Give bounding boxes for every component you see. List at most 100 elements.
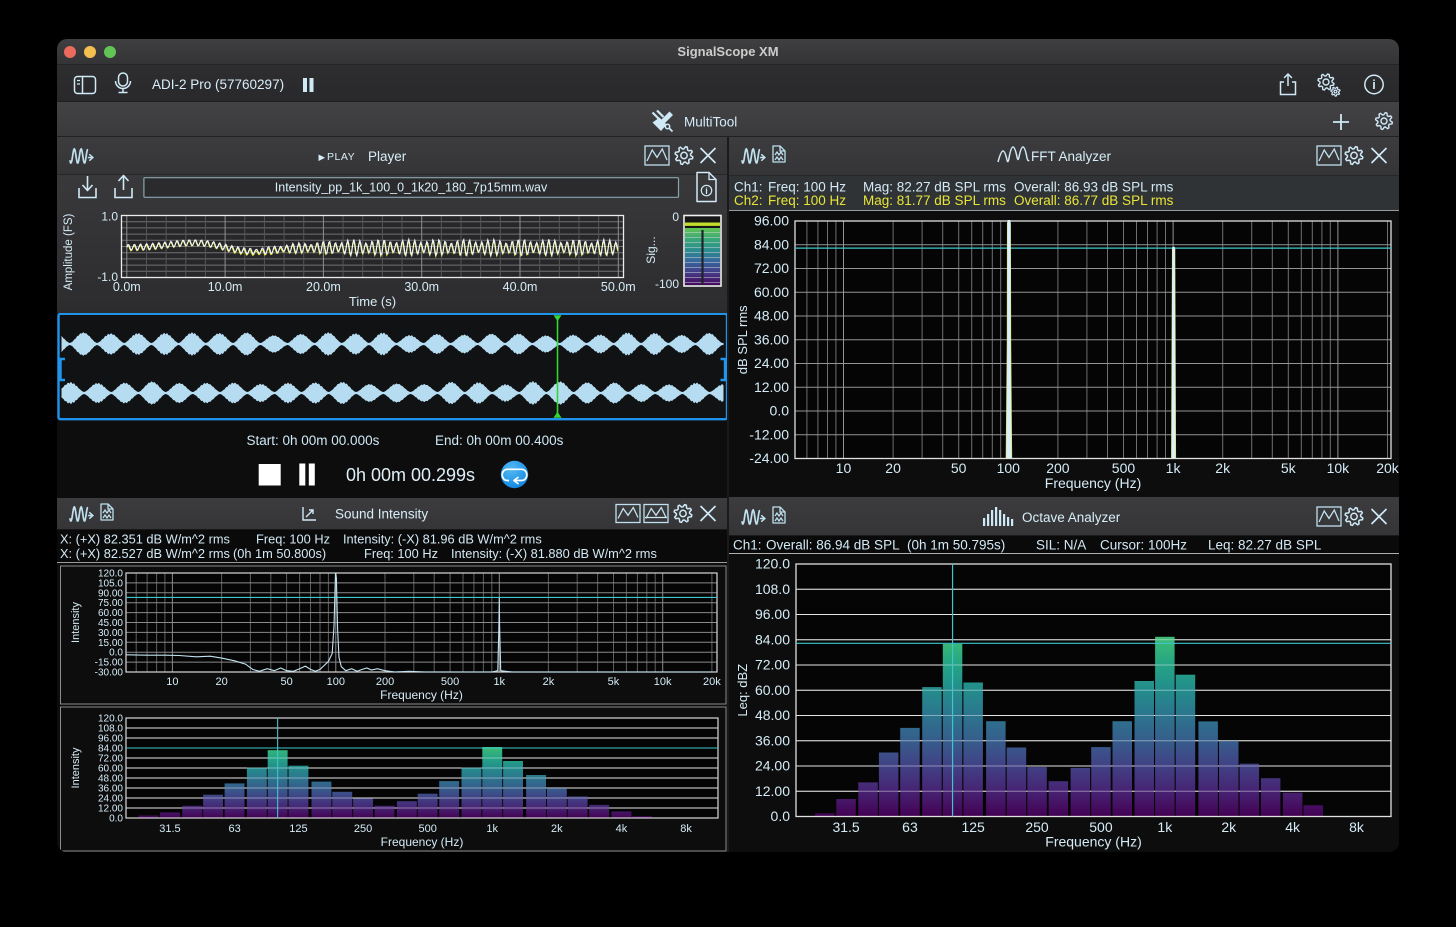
svg-text:72.00: 72.00 xyxy=(754,260,789,276)
svg-text:5k: 5k xyxy=(1281,460,1297,476)
svg-text:0.0m: 0.0m xyxy=(113,280,141,294)
svg-text:SIL: N/A: SIL: N/A xyxy=(1036,538,1086,553)
svg-text:10k: 10k xyxy=(1327,460,1351,476)
svg-text:24.00: 24.00 xyxy=(754,355,789,371)
svg-text:1k: 1k xyxy=(486,823,498,835)
svg-text:84.00: 84.00 xyxy=(755,631,790,647)
svg-text:200: 200 xyxy=(1046,460,1070,476)
svg-text:Intensity: (-X) 81.880 dB W/m^: Intensity: (-X) 81.880 dB W/m^2 rms xyxy=(451,546,657,561)
svg-text:20k: 20k xyxy=(1376,460,1399,476)
svg-text:31.5: 31.5 xyxy=(832,819,859,835)
svg-text:Intensity_pp_1k_100_0_1k20_180: Intensity_pp_1k_100_0_1k20_180_7p15mm.wa… xyxy=(275,181,548,195)
svg-text:31.5: 31.5 xyxy=(159,823,180,835)
svg-text:0: 0 xyxy=(672,210,679,224)
svg-text:0.0: 0.0 xyxy=(109,814,123,825)
svg-text:Leq: dBZ: Leq: dBZ xyxy=(735,664,750,717)
svg-text:96.00: 96.00 xyxy=(755,606,790,622)
svg-text:Time (s): Time (s) xyxy=(349,294,396,309)
svg-text:▶: ▶ xyxy=(318,152,325,162)
svg-text:60.00: 60.00 xyxy=(754,284,789,300)
svg-text:20.0m: 20.0m xyxy=(306,280,341,294)
svg-text:100: 100 xyxy=(997,460,1021,476)
svg-text:96.00: 96.00 xyxy=(754,213,789,229)
svg-text:8k: 8k xyxy=(1349,819,1365,835)
svg-text:20: 20 xyxy=(215,676,227,688)
svg-text:2k: 2k xyxy=(551,823,563,835)
svg-text:4k: 4k xyxy=(616,823,628,835)
svg-text:Sig...: Sig... xyxy=(644,236,658,263)
svg-text:8k: 8k xyxy=(680,823,692,835)
svg-text:20k: 20k xyxy=(703,676,721,688)
svg-text:72.00: 72.00 xyxy=(755,657,790,673)
svg-text:2k: 2k xyxy=(1215,460,1231,476)
svg-text:500: 500 xyxy=(418,823,436,835)
svg-text:24.00: 24.00 xyxy=(755,758,790,774)
svg-text:-24.00: -24.00 xyxy=(749,450,789,466)
svg-text:Intensity: Intensity xyxy=(70,747,82,788)
svg-text:60.00: 60.00 xyxy=(755,682,790,698)
svg-text:0h 00m 00.299s: 0h 00m 00.299s xyxy=(346,465,475,485)
svg-text:250: 250 xyxy=(354,823,372,835)
svg-text:48.00: 48.00 xyxy=(755,707,790,723)
svg-text:Frequency (Hz): Frequency (Hz) xyxy=(1045,834,1141,850)
svg-text:2k: 2k xyxy=(543,676,555,688)
svg-text:Overall: 86.94 dB SPL: Overall: 86.94 dB SPL xyxy=(766,538,900,553)
svg-text:Mag: 81.77 dB SPL rms: Mag: 81.77 dB SPL rms xyxy=(863,193,1006,208)
svg-text:1k: 1k xyxy=(1157,819,1173,835)
svg-text:0.0: 0.0 xyxy=(771,808,791,824)
svg-text:ADI-2 Pro (57760297): ADI-2 Pro (57760297) xyxy=(152,77,284,92)
svg-text:Start: 0h 00m 00.000s: Start: 0h 00m 00.000s xyxy=(247,433,380,448)
svg-text:Cursor: 100Hz: Cursor: 100Hz xyxy=(1100,538,1187,553)
svg-text:20: 20 xyxy=(885,460,901,476)
svg-text:63: 63 xyxy=(228,823,240,835)
svg-text:Overall: 86.77 dB SPL rms: Overall: 86.77 dB SPL rms xyxy=(1014,193,1174,208)
svg-text:50: 50 xyxy=(281,676,293,688)
svg-text:Intensity: Intensity xyxy=(70,602,82,643)
svg-text:500: 500 xyxy=(441,676,459,688)
svg-text:100: 100 xyxy=(327,676,345,688)
svg-text:X: (+X) 82.351 dB W/m^2 rms: X: (+X) 82.351 dB W/m^2 rms xyxy=(60,532,230,547)
svg-text:(0h 1m 50.800s): (0h 1m 50.800s) xyxy=(233,546,326,561)
svg-text:Ch2:: Ch2: xyxy=(734,193,763,208)
svg-text:-12.00: -12.00 xyxy=(749,426,789,442)
svg-text:X: (+X) 82.527 dB W/m^2 rms: X: (+X) 82.527 dB W/m^2 rms xyxy=(60,546,230,561)
svg-text:1k: 1k xyxy=(493,676,505,688)
svg-text:12.00: 12.00 xyxy=(755,783,790,799)
svg-text:Leq: 82.27 dB SPL: Leq: 82.27 dB SPL xyxy=(1208,538,1322,553)
svg-text:0.0: 0.0 xyxy=(770,403,790,419)
svg-text:1.0: 1.0 xyxy=(101,210,118,224)
svg-text:Frequency (Hz): Frequency (Hz) xyxy=(381,835,464,849)
svg-text:500: 500 xyxy=(1112,460,1136,476)
svg-text:125: 125 xyxy=(289,823,307,835)
svg-text:-30.00: -30.00 xyxy=(95,668,124,679)
svg-text:1k: 1k xyxy=(1166,460,1182,476)
svg-text:4k: 4k xyxy=(1285,819,1301,835)
svg-text:Player: Player xyxy=(368,149,407,164)
svg-text:i: i xyxy=(705,186,708,196)
svg-text:Frequency (Hz): Frequency (Hz) xyxy=(380,688,463,702)
svg-text:Sound Intensity: Sound Intensity xyxy=(335,507,428,522)
svg-text:200: 200 xyxy=(376,676,394,688)
svg-text:84.00: 84.00 xyxy=(754,236,789,252)
svg-text:-100: -100 xyxy=(655,277,679,291)
svg-text:2k: 2k xyxy=(1221,819,1237,835)
svg-text:10: 10 xyxy=(166,676,178,688)
svg-text:10: 10 xyxy=(836,460,852,476)
svg-text:10.0m: 10.0m xyxy=(208,280,243,294)
svg-text:MultiTool: MultiTool xyxy=(684,115,737,130)
svg-text:36.00: 36.00 xyxy=(754,331,789,347)
svg-text:Amplitude (FS): Amplitude (FS) xyxy=(63,213,75,290)
svg-text:End: 0h 00m 00.400s: End: 0h 00m 00.400s xyxy=(435,433,564,448)
svg-text:i: i xyxy=(1372,78,1375,92)
svg-text:125: 125 xyxy=(961,819,985,835)
svg-text:108.0: 108.0 xyxy=(755,581,790,597)
svg-text:Freq: 100 Hz: Freq: 100 Hz xyxy=(768,193,846,208)
svg-text:48.00: 48.00 xyxy=(754,308,789,324)
svg-text:dB SPL rms: dB SPL rms xyxy=(735,305,750,374)
svg-text:Frequency (Hz): Frequency (Hz) xyxy=(1045,475,1141,491)
svg-text:12.00: 12.00 xyxy=(754,379,789,395)
svg-text:120.0: 120.0 xyxy=(755,556,790,572)
svg-text:(0h 1m 50.795s): (0h 1m 50.795s) xyxy=(907,538,1005,553)
svg-text:PLAY: PLAY xyxy=(327,151,355,163)
svg-text:50: 50 xyxy=(951,460,967,476)
